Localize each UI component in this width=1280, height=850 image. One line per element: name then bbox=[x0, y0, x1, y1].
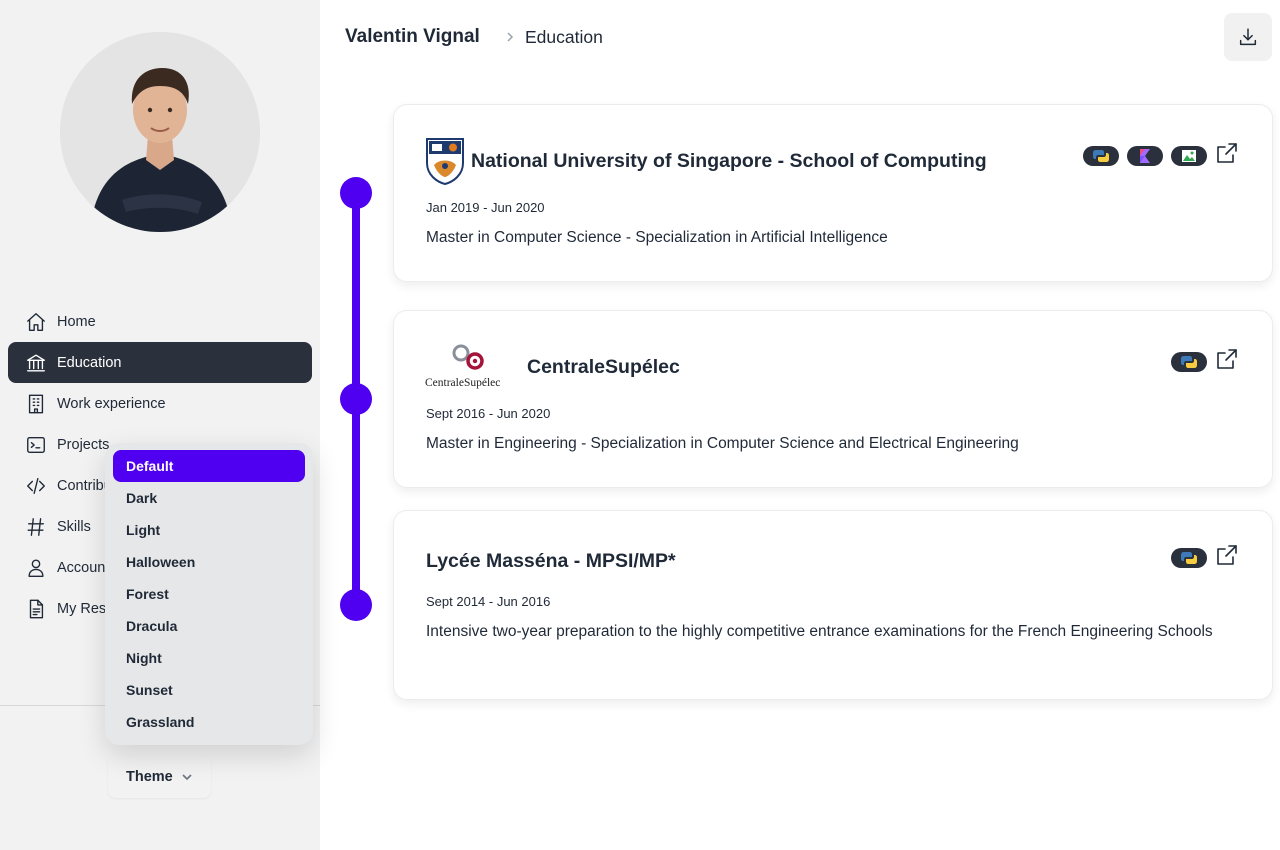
sidebar-item-label: Work experience bbox=[57, 395, 166, 412]
bank-icon bbox=[24, 351, 48, 375]
document-icon bbox=[24, 597, 48, 621]
skill-tags bbox=[1171, 349, 1239, 372]
sidebar-item-label: Projects bbox=[57, 436, 110, 453]
centralesupelec-logo: CentraleSupélec bbox=[425, 341, 521, 391]
kotlin-icon[interactable] bbox=[1127, 146, 1163, 166]
theme-option-sunset[interactable]: Sunset bbox=[113, 674, 305, 706]
breadcrumb-current-page: Education bbox=[525, 27, 603, 47]
sidebar-item-label: Education bbox=[57, 354, 122, 371]
theme-option-default[interactable]: Default bbox=[113, 450, 305, 482]
external-link-icon[interactable] bbox=[1215, 543, 1239, 567]
home-icon bbox=[24, 310, 48, 334]
school-name: Lycée Masséna - MPSI/MP* bbox=[426, 550, 676, 572]
education-card: Lycée Masséna - MPSI/MP* Sept 2014 - Jun… bbox=[393, 510, 1273, 700]
centralesupelec-logo-text: CentraleSupélec bbox=[425, 377, 501, 389]
code-icon bbox=[24, 474, 48, 498]
education-card: CentraleSupélec CentraleSupélec Sept 201… bbox=[393, 310, 1273, 488]
school-name: CentraleSupélec bbox=[527, 356, 680, 378]
theme-button[interactable]: Theme bbox=[108, 755, 211, 798]
user-icon bbox=[24, 556, 48, 580]
android-icon[interactable] bbox=[1171, 146, 1207, 166]
python-icon[interactable] bbox=[1171, 352, 1207, 372]
hashtag-icon bbox=[24, 515, 48, 539]
theme-option-dracula[interactable]: Dracula bbox=[113, 610, 305, 642]
building-icon bbox=[24, 392, 48, 416]
sidebar-item-education[interactable]: Education bbox=[8, 342, 312, 383]
theme-option-light[interactable]: Light bbox=[113, 514, 305, 546]
sidebar-item-home[interactable]: Home bbox=[8, 301, 312, 342]
external-link-icon[interactable] bbox=[1215, 141, 1239, 165]
education-description: Intensive two-year preparation to the hi… bbox=[426, 623, 1213, 640]
education-dates: Sept 2014 - Jun 2016 bbox=[426, 594, 551, 609]
education-card: National University of Singapore - Schoo… bbox=[393, 104, 1273, 282]
sidebar-item-label: Skills bbox=[57, 518, 91, 535]
sidebar-item-work-experience[interactable]: Work experience bbox=[8, 383, 312, 424]
download-button[interactable] bbox=[1224, 13, 1272, 61]
theme-dropdown-menu: Default Dark Light Halloween Forest Drac… bbox=[105, 443, 313, 745]
education-description: Master in Engineering - Specialization i… bbox=[426, 435, 1019, 452]
timeline-dot bbox=[340, 589, 372, 621]
theme-button-label: Theme bbox=[126, 768, 173, 785]
education-dates: Jan 2019 - Jun 2020 bbox=[426, 200, 545, 215]
sidebar-item-label: Home bbox=[57, 313, 96, 330]
download-icon bbox=[1239, 28, 1257, 46]
profile-avatar bbox=[60, 32, 260, 232]
python-icon[interactable] bbox=[1083, 146, 1119, 166]
skill-tags bbox=[1171, 545, 1239, 568]
education-dates: Sept 2016 - Jun 2020 bbox=[426, 406, 551, 421]
education-description: Master in Computer Science - Specializat… bbox=[426, 229, 888, 246]
theme-option-grassland[interactable]: Grassland bbox=[113, 706, 305, 738]
python-icon[interactable] bbox=[1171, 548, 1207, 568]
skill-tags bbox=[1083, 143, 1239, 166]
breadcrumb-home-link[interactable]: Valentin Vignal bbox=[345, 26, 480, 48]
nus-logo-icon bbox=[425, 137, 465, 186]
timeline-dot bbox=[340, 177, 372, 209]
theme-option-dark[interactable]: Dark bbox=[113, 482, 305, 514]
chevron-right-icon bbox=[504, 30, 516, 44]
external-link-icon[interactable] bbox=[1215, 347, 1239, 371]
theme-option-night[interactable]: Night bbox=[113, 642, 305, 674]
chevron-down-icon bbox=[182, 773, 192, 780]
theme-option-halloween[interactable]: Halloween bbox=[113, 546, 305, 578]
school-name: National University of Singapore - Schoo… bbox=[471, 150, 987, 172]
timeline-dot bbox=[340, 383, 372, 415]
terminal-icon bbox=[24, 433, 48, 457]
theme-option-forest[interactable]: Forest bbox=[113, 578, 305, 610]
